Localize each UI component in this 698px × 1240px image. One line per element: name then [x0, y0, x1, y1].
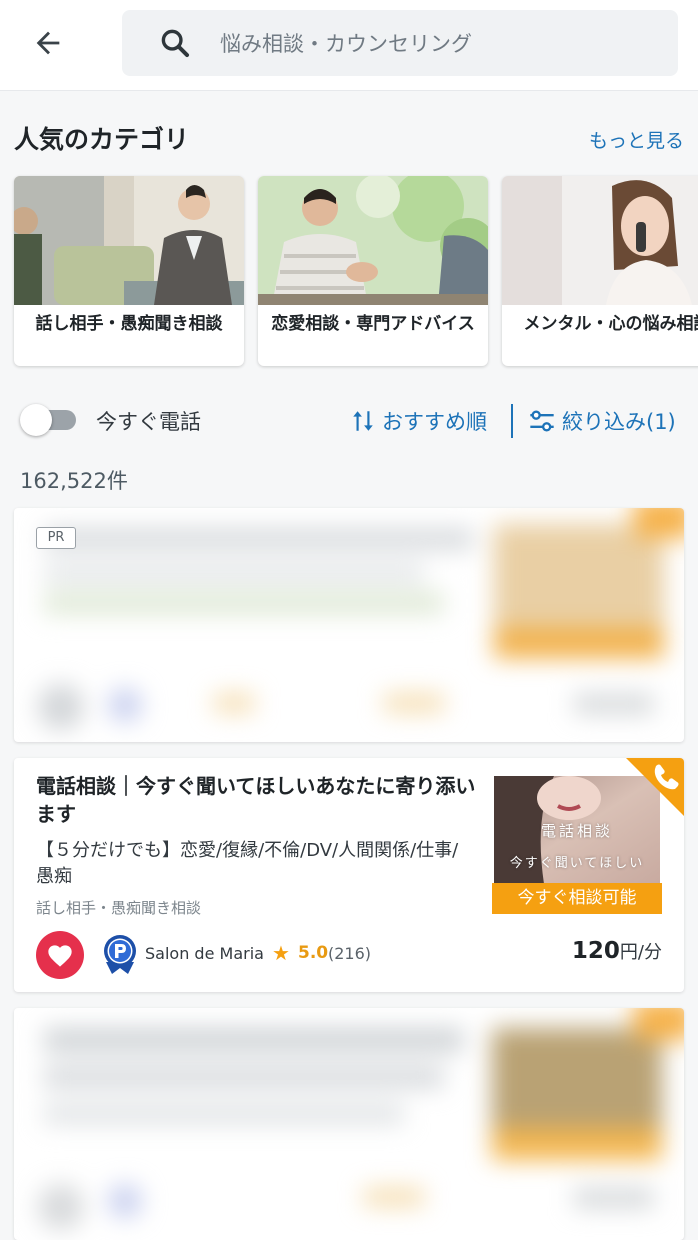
star-icon: ★: [272, 941, 290, 965]
top-bar: [0, 0, 698, 91]
category-label: 恋愛相談・専門アドバイス: [271, 314, 475, 334]
arrow-left-icon: [36, 31, 60, 55]
listing-description: 【５分だけでも】恋愛/復縁/不倫/DV/人間関係/仕事/愚痴: [36, 840, 459, 887]
pr-badge: PR: [36, 527, 76, 549]
search-input[interactable]: [218, 10, 662, 78]
filter-sliders-icon: [530, 410, 554, 432]
search-icon: [161, 29, 190, 58]
see-more-link[interactable]: もっと見る: [589, 126, 684, 153]
filter-divider: [511, 404, 513, 438]
category-photo: [502, 176, 698, 305]
listing-card[interactable]: 電話相談｜今すぐ聞いてほしいあなたに寄り添います 【５分だけでも】恋愛/復縁/不…: [14, 758, 684, 992]
availability-badge: 今すぐ相談可能: [492, 883, 662, 914]
call-now-label: 今すぐ電話: [96, 410, 201, 434]
result-count: 162,522件: [20, 469, 128, 493]
filter-button[interactable]: 絞り込み(1): [528, 402, 676, 440]
listing-title: 電話相談｜今すぐ聞いてほしいあなたに寄り添います: [36, 774, 476, 826]
category-photo: [258, 176, 488, 305]
heart-icon: [48, 945, 72, 967]
thumbnail-caption: 電話相談: [540, 822, 613, 840]
sort-button[interactable]: おすすめ順: [350, 402, 487, 440]
toggle-knob: [20, 404, 52, 436]
rating-value: 5.0: [298, 943, 329, 963]
popular-categories-title: 人気のカテゴリ: [14, 125, 190, 154]
sort-label: おすすめ順: [382, 410, 487, 434]
price-unit: 円/分: [619, 942, 662, 963]
review-count: (216): [328, 944, 372, 963]
category-card-love[interactable]: 恋愛相談・専門アドバイス: [258, 176, 488, 366]
p-badge-icon: [104, 935, 136, 974]
category-label: 話し相手・愚痴聞き相談: [35, 314, 223, 334]
filter-label: 絞り込み(1): [562, 410, 676, 434]
search-bar[interactable]: [122, 10, 678, 78]
phone-icon: [626, 758, 684, 816]
call-now-toggle[interactable]: [20, 404, 76, 436]
price-value: 120: [571, 938, 620, 964]
category-photo: [14, 176, 244, 305]
thumbnail-subcaption: 今すぐ聞いてほしい: [509, 856, 645, 871]
sort-arrows-icon: [353, 411, 373, 431]
blurred-content: [14, 508, 684, 742]
category-label: メンタル・心の悩み相談: [523, 314, 698, 334]
listing-category: 話し相手・愚痴聞き相談: [36, 899, 202, 917]
favorite-button[interactable]: [36, 931, 84, 979]
category-card-mental[interactable]: メンタル・心の悩み相談: [502, 176, 698, 366]
back-button[interactable]: [24, 22, 72, 64]
category-card-chat[interactable]: 話し相手・愚痴聞き相談: [14, 176, 244, 366]
sponsored-listing-card[interactable]: [14, 508, 684, 742]
seller-name[interactable]: Salon de Maria: [145, 944, 264, 963]
price: 120円/分: [572, 938, 662, 964]
listing-card-next[interactable]: [14, 1008, 684, 1240]
blurred-content: [14, 1008, 684, 1240]
